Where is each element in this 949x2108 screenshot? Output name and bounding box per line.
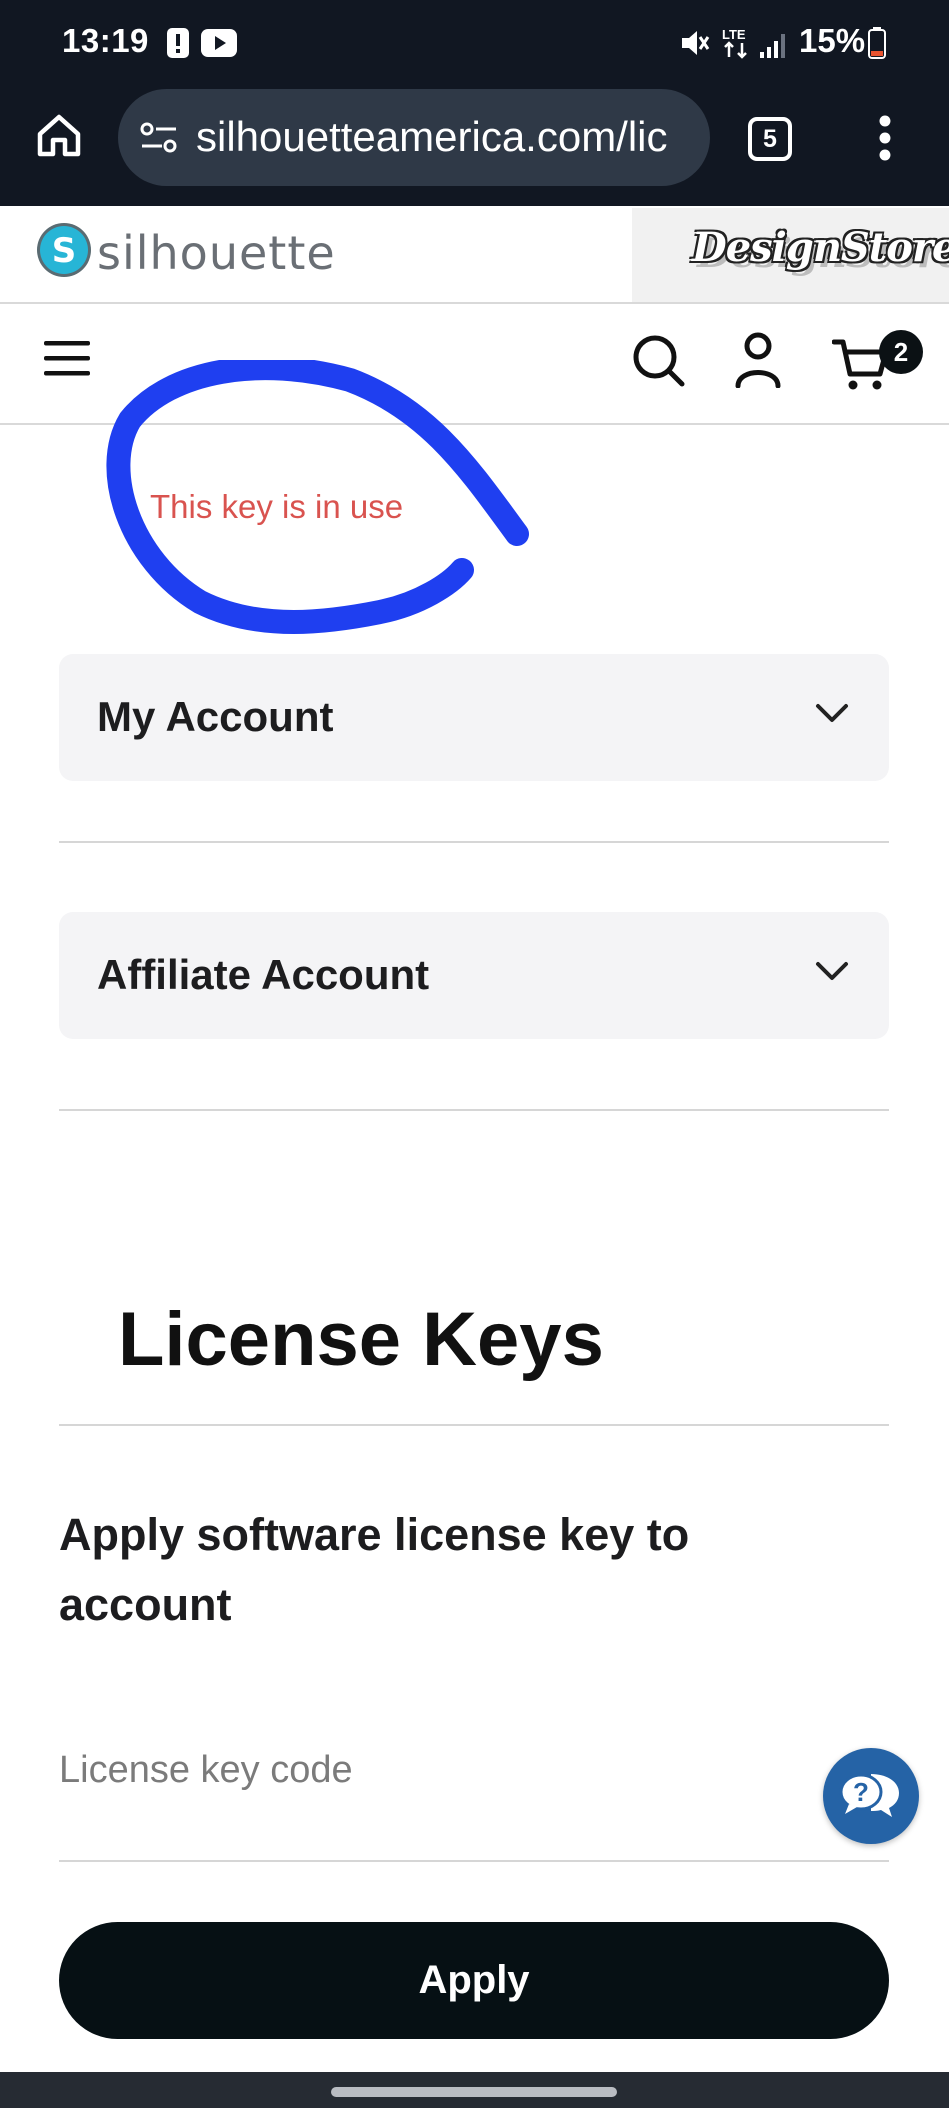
battery-percent: 15% bbox=[799, 22, 866, 59]
help-chat-button[interactable]: ? bbox=[823, 1748, 919, 1844]
section-divider bbox=[59, 1424, 889, 1426]
browser-toolbar: silhouetteamerica.com/lic 5 bbox=[0, 86, 949, 206]
chat-bubbles-icon: ? bbox=[839, 1773, 899, 1817]
affiliate-account-accordion[interactable]: Affiliate Account bbox=[59, 912, 889, 1039]
home-gesture-handle[interactable] bbox=[331, 2087, 617, 2097]
alert-notification-icon bbox=[167, 28, 189, 58]
mute-icon bbox=[682, 31, 710, 55]
site-settings-icon[interactable] bbox=[140, 121, 178, 155]
input-underline bbox=[59, 1860, 889, 1862]
license-key-input[interactable] bbox=[59, 1740, 819, 1800]
logo-letter: S bbox=[52, 231, 77, 271]
silhouette-logo-icon[interactable]: S bbox=[36, 222, 92, 278]
svg-text:LTE: LTE bbox=[722, 27, 746, 42]
apply-license-subheading: Apply software license key to account bbox=[59, 1509, 690, 1630]
status-bar: 13:19 LTE 15% bbox=[0, 0, 949, 86]
apply-button[interactable]: Apply bbox=[59, 1922, 889, 2039]
address-bar[interactable]: silhouetteamerica.com/lic bbox=[118, 89, 710, 186]
brand-name[interactable]: silhouette bbox=[97, 226, 336, 280]
system-gesture-bar bbox=[0, 2072, 949, 2108]
status-time: 13:19 bbox=[62, 22, 149, 59]
battery-icon bbox=[868, 27, 886, 59]
chevron-down-icon bbox=[816, 704, 848, 722]
annotation-text: This key is in use bbox=[150, 488, 404, 525]
youtube-notification-icon bbox=[201, 29, 237, 57]
url-text[interactable]: silhouetteamerica.com/lic bbox=[196, 113, 696, 161]
site-brand-bar: S silhouette DesignStore bbox=[0, 206, 949, 304]
my-account-accordion[interactable]: My Account bbox=[59, 654, 889, 781]
more-options-icon[interactable] bbox=[878, 114, 892, 162]
hand-drawn-circle-annotation bbox=[106, 360, 529, 634]
chevron-down-icon bbox=[816, 962, 848, 980]
page-title: License Keys bbox=[118, 1297, 604, 1382]
my-account-label: My Account bbox=[97, 693, 334, 740]
help-glyph: ? bbox=[853, 1777, 869, 1807]
tab-switcher-button[interactable]: 5 bbox=[748, 117, 792, 161]
home-icon[interactable] bbox=[36, 112, 82, 158]
signal-strength-icon bbox=[760, 34, 785, 58]
lte-icon: LTE bbox=[722, 27, 747, 59]
design-store-link[interactable]: DesignStore bbox=[632, 208, 949, 302]
tab-count: 5 bbox=[763, 125, 777, 153]
design-store-logo: DesignStore bbox=[692, 224, 949, 271]
section-divider bbox=[59, 841, 889, 843]
affiliate-account-label: Affiliate Account bbox=[97, 951, 430, 998]
section-divider bbox=[59, 1109, 889, 1111]
